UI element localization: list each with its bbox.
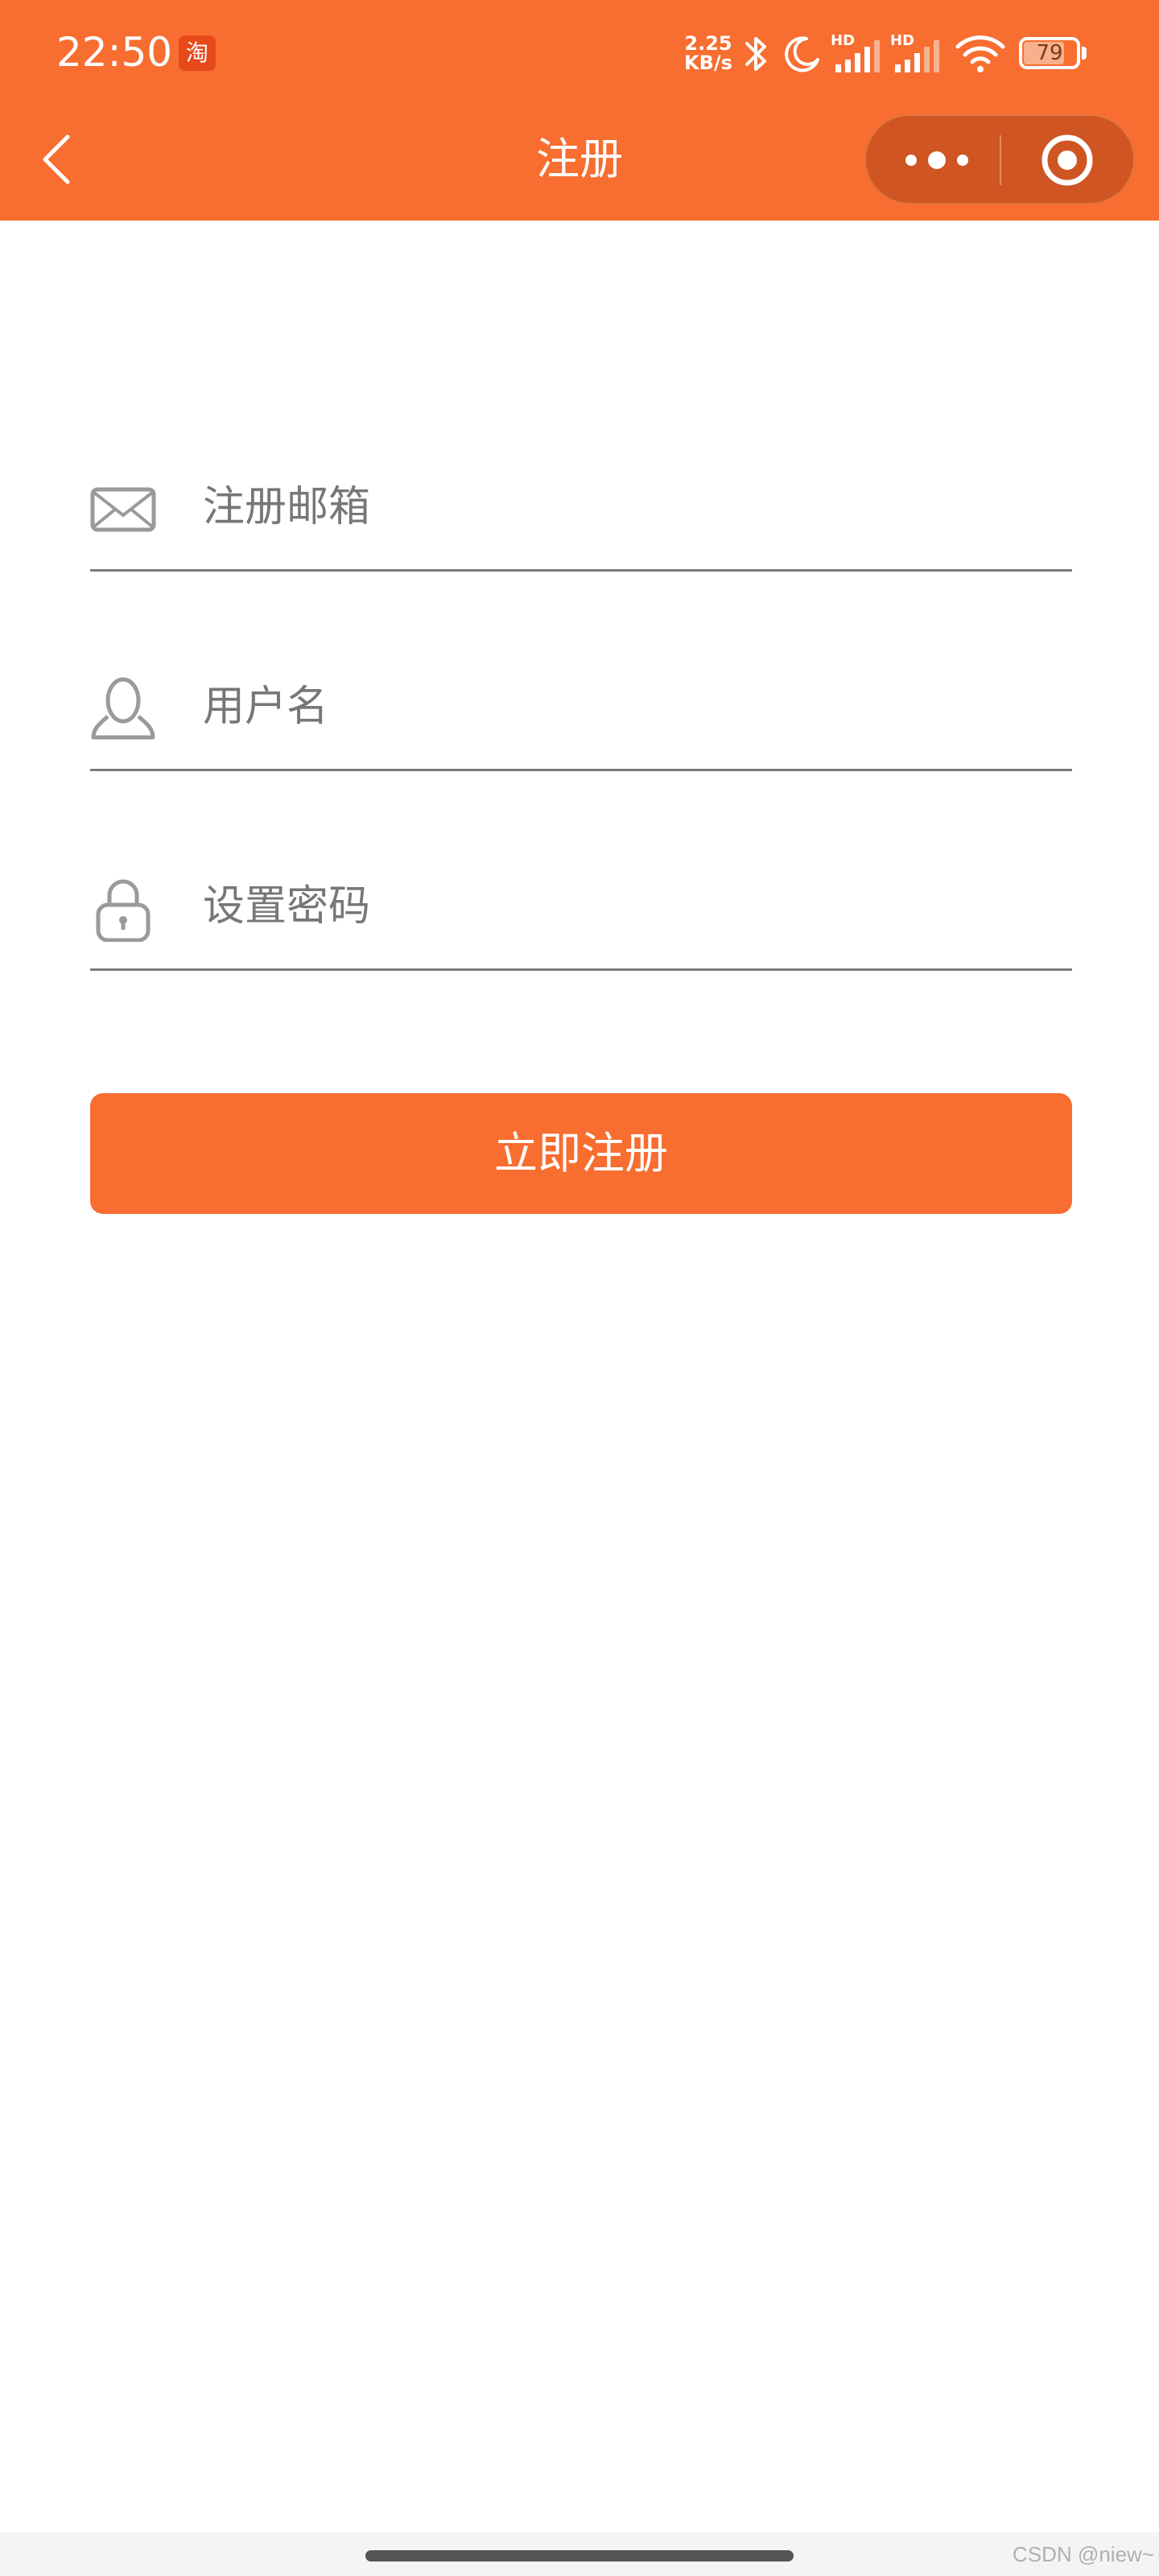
register-form [90, 435, 1072, 1034]
lock-icon [96, 879, 151, 942]
password-input[interactable] [203, 866, 1056, 947]
csdn-watermark: CSDN @niew~ [1013, 2542, 1154, 2566]
capsule-divider [1000, 135, 1001, 185]
network-speed: 2.25 KB/s [679, 34, 737, 72]
register-now-button[interactable]: 立即注册 [90, 1093, 1072, 1214]
mini-program-capsule [864, 114, 1135, 204]
back-button[interactable] [35, 129, 77, 190]
wifi-icon [955, 35, 1005, 72]
network-speed-unit: KB/s [684, 52, 732, 74]
bluetooth-icon [745, 37, 766, 71]
home-indicator[interactable] [365, 2550, 794, 2562]
page-title: 注册 [536, 134, 623, 184]
envelope-icon [90, 487, 156, 532]
more-options-button[interactable] [885, 132, 990, 188]
signal-bars-2 [895, 40, 939, 72]
do-not-disturb-moon-icon [785, 36, 819, 72]
battery-level: 79 [1036, 41, 1063, 65]
signal-strength-icon-2: HD [890, 32, 942, 72]
more-dots-icon [905, 151, 968, 169]
battery-tip [1082, 47, 1087, 60]
taobao-notification-icon: 淘 [179, 35, 216, 71]
chevron-left-icon [43, 134, 70, 184]
target-close-icon [1041, 134, 1093, 186]
user-icon [91, 677, 155, 740]
close-mini-program-button[interactable] [1016, 132, 1120, 188]
app-header: 22:50 淘 2.25 KB/s HD HD 79 注册 [0, 0, 1159, 221]
signal-bars-1 [835, 40, 880, 72]
status-bar: 22:50 淘 2.25 KB/s HD HD 79 [0, 0, 1159, 105]
email-input[interactable] [203, 467, 1056, 547]
system-bottom-bar: CSDN @niew~ [0, 2533, 1159, 2576]
username-input[interactable] [203, 667, 1056, 747]
username-field-row [90, 634, 1072, 771]
status-time: 22:50 [56, 29, 173, 76]
signal-strength-icon-1: HD [831, 32, 882, 72]
password-field-row [90, 834, 1072, 971]
email-field-row [90, 435, 1072, 572]
network-speed-value: 2.25 [684, 32, 732, 55]
battery-indicator: 79 [1019, 37, 1087, 69]
